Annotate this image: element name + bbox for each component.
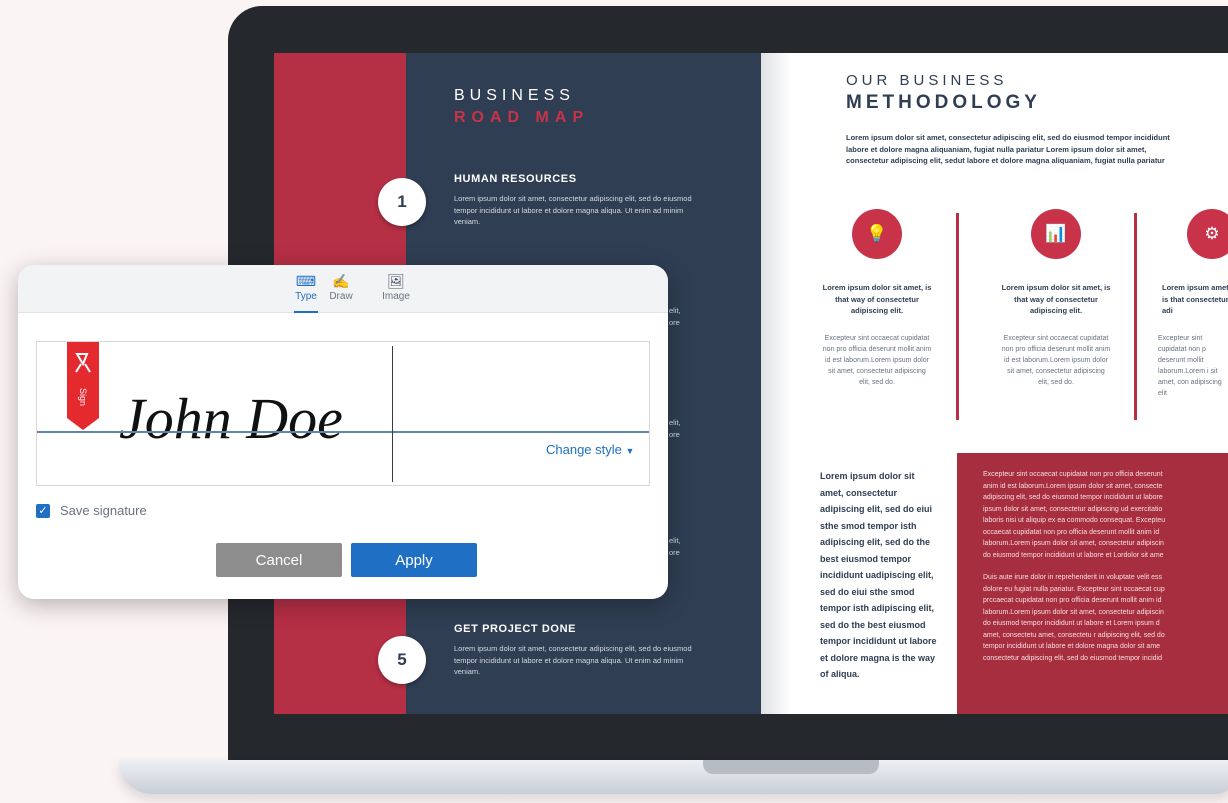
save-signature-checkbox[interactable]: ✓ xyxy=(36,504,50,518)
intro-paragraph: Lorem ipsum dolor sit amet, consectetur … xyxy=(846,133,1170,165)
tab-image[interactable]: 🖼 Image xyxy=(371,271,421,302)
feature-1-text: Excepteur sint occaecat cupidatat non pr… xyxy=(822,335,932,386)
partial-text: elit, xyxy=(669,418,681,427)
feature-2-title: Lorem ipsum dolor sit amet, is that way … xyxy=(1001,283,1111,315)
pen-draw-icon: ✍ xyxy=(332,273,350,289)
active-tab-indicator xyxy=(294,311,318,313)
step-1-title: HUMAN RESOURCES xyxy=(454,173,577,185)
text-cursor xyxy=(392,346,393,482)
red-text-box: Excepteur sint occaecat cupidatat non pr… xyxy=(957,453,1228,714)
change-style-label: Change style xyxy=(546,442,622,457)
divider xyxy=(956,213,959,420)
laptop-base xyxy=(118,760,1228,794)
left-title-2: ROAD MAP xyxy=(454,109,590,126)
signature-dialog: ⌨ Type ✍ Draw 🖼 Image Sign John Doe Chan… xyxy=(18,265,668,599)
step-5-text: Lorem ipsum dolor sit amet, consectetur … xyxy=(454,644,692,676)
ribbon-sign-label: Sign xyxy=(78,388,88,406)
change-style-dropdown[interactable]: Change style ▼ xyxy=(546,442,634,457)
laptop-notch xyxy=(703,760,879,774)
partial-text: ore xyxy=(669,548,680,557)
partial-text: elit, xyxy=(669,306,681,315)
signature-input-area[interactable]: Sign John Doe Change style ▼ xyxy=(36,341,650,486)
left-title-1: BUSINESS xyxy=(454,87,575,104)
tab-draw[interactable]: ✍ Draw xyxy=(316,271,366,302)
signature-baseline xyxy=(37,431,649,433)
step-1-text: Lorem ipsum dolor sit amet, consectetur … xyxy=(454,194,692,226)
feature-2-text: Excepteur sint occaecat cupidatat non pr… xyxy=(1001,335,1111,386)
right-title-2: METHODOLOGY xyxy=(846,92,1041,113)
bold-paragraph: Lorem ipsum dolor sit amet, consectetur … xyxy=(820,471,937,679)
lightbulb-icon: 💡 xyxy=(852,209,902,259)
right-title-1: OUR BUSINESS xyxy=(846,72,1008,89)
signature-text: John Doe xyxy=(119,386,343,451)
feature-3-title: Lorem ipsum amet, is that consectetur ad… xyxy=(1162,283,1228,315)
tab-image-label: Image xyxy=(382,291,410,302)
sign-ribbon-icon: Sign xyxy=(67,342,99,430)
save-signature-label: Save signature xyxy=(60,503,147,518)
tab-type-label: Type xyxy=(295,291,317,302)
step-5-number: 5 xyxy=(378,636,426,684)
cancel-button[interactable]: Cancel xyxy=(216,543,342,577)
gear-icon: ⚙ xyxy=(1187,209,1228,259)
step-5-title: GET PROJECT DONE xyxy=(454,623,577,635)
growth-chart-icon: 📊 xyxy=(1031,209,1081,259)
feature-1-title: Lorem ipsum dolor sit amet, is that way … xyxy=(822,283,932,315)
page-spine xyxy=(761,53,791,714)
caret-down-icon: ▼ xyxy=(625,446,635,456)
step-1-number: 1 xyxy=(378,178,426,226)
feature-3-text: Excepteur sint cupidatat non p deserunt … xyxy=(1158,335,1222,397)
divider xyxy=(1134,213,1137,420)
svg-text:John Doe: John Doe xyxy=(119,386,343,451)
partial-text: ore xyxy=(669,430,680,439)
apply-button[interactable]: Apply xyxy=(351,543,477,577)
image-icon: 🖼 xyxy=(387,273,405,289)
partial-text: ore xyxy=(669,318,680,327)
partial-text: elit, xyxy=(669,536,681,545)
tab-draw-label: Draw xyxy=(329,291,353,302)
